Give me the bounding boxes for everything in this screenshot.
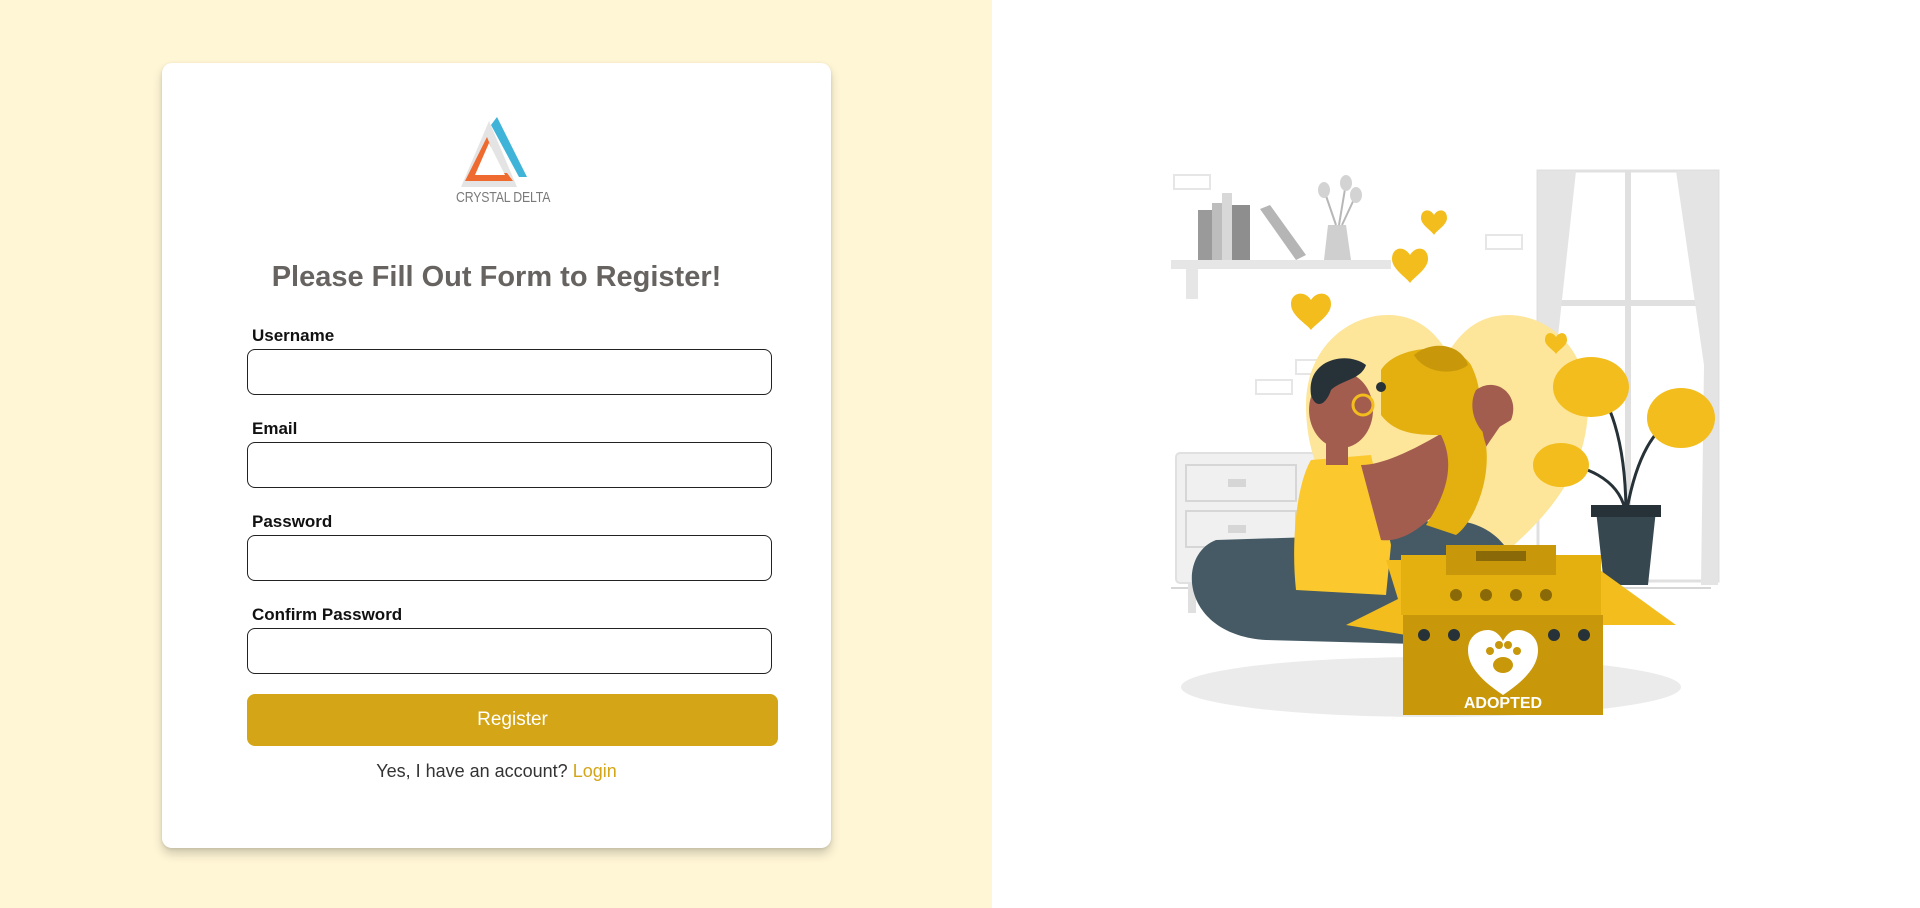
email-input[interactable]: [247, 442, 772, 488]
username-label: Username: [252, 326, 335, 345]
login-prompt: Yes, I have an account? Login: [162, 761, 831, 782]
register-button[interactable]: Register: [247, 694, 778, 746]
login-prompt-text: Yes, I have an account?: [376, 761, 568, 781]
form-pane: CRYSTAL DELTA Please Fill Out Form to Re…: [0, 0, 992, 908]
page-title: Please Fill Out Form to Register!: [271, 261, 722, 293]
password-label: Password: [252, 512, 333, 531]
email-label: Email: [252, 419, 298, 438]
password-input[interactable]: [247, 535, 772, 581]
logo-triangle-icon: [461, 117, 527, 187]
adopted-badge-text: ADOPTED: [1464, 695, 1542, 712]
register-page: CRYSTAL DELTA Please Fill Out Form to Re…: [0, 0, 1920, 908]
username-input[interactable]: [247, 349, 772, 395]
adoption-illustration-icon: ADOPTED: [1171, 169, 1720, 717]
register-card: CRYSTAL DELTA Please Fill Out Form to Re…: [162, 63, 831, 848]
brand-name: CRYSTAL DELTA: [456, 189, 551, 206]
illustration-pane: ADOPTED: [992, 0, 1920, 908]
confirm-password-input[interactable]: [247, 628, 772, 674]
crystal-delta-logo: CRYSTAL DELTA: [447, 115, 551, 215]
confirm-password-label: Confirm Password: [252, 605, 403, 624]
login-link[interactable]: Login: [573, 761, 617, 781]
